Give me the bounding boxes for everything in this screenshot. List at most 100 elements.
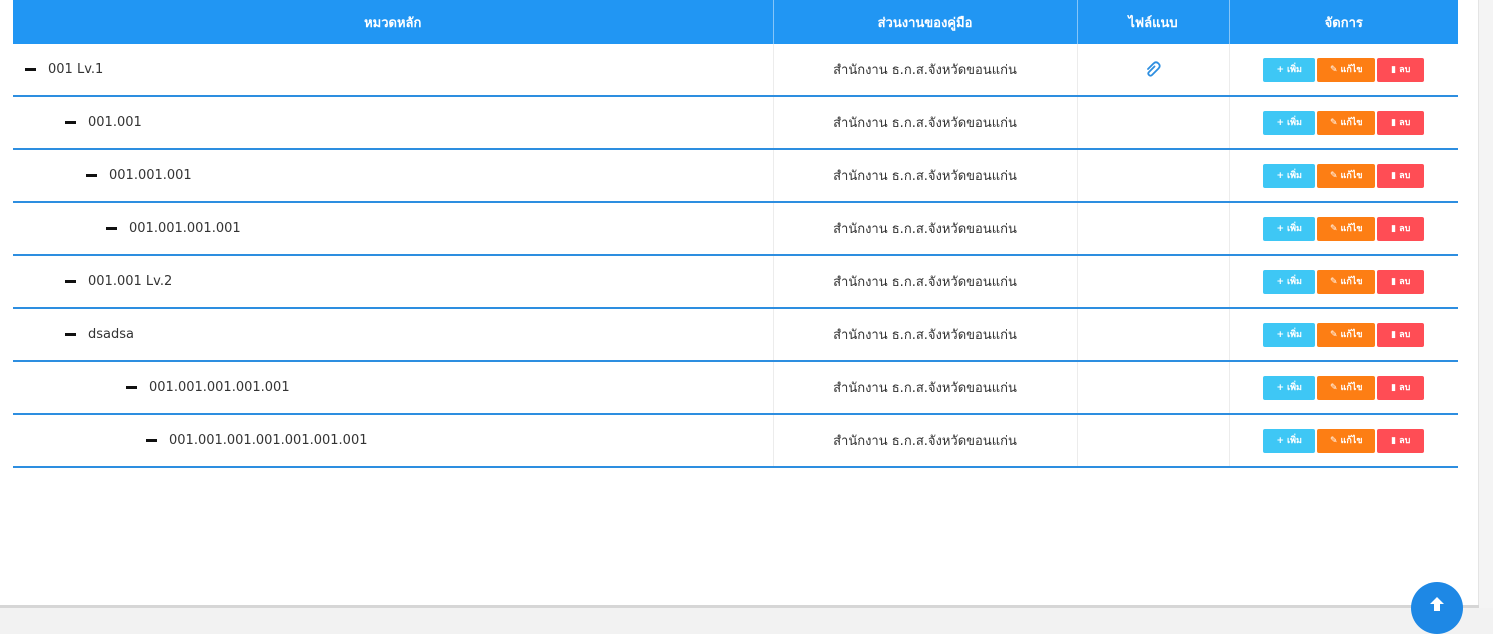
delete-button[interactable]: ▮ ลบ xyxy=(1377,163,1425,188)
delete-button[interactable]: ▮ ลบ xyxy=(1377,110,1425,135)
attachment-cell xyxy=(1077,255,1230,309)
edit-button-label: แก้ไข xyxy=(1340,223,1363,234)
category-cell: 001 Lv.1 xyxy=(13,44,774,97)
delete-button-label: ลบ xyxy=(1399,64,1411,75)
edit-button-label: แก้ไข xyxy=(1340,329,1363,340)
delete-button-label: ลบ xyxy=(1399,329,1411,340)
plus-icon: + xyxy=(1276,382,1285,393)
attachment-cell xyxy=(1077,149,1230,203)
department-name: สำนักงาน ธ.ก.ส.จังหวัดขอนแก่น xyxy=(833,434,1017,449)
actions-cell: + เพิ่ม ✎ แก้ไข ▮ ลบ xyxy=(1229,361,1458,415)
edit-button[interactable]: ✎ แก้ไข xyxy=(1317,163,1376,188)
table-row: 001.001 สำนักงาน ธ.ก.ส.จังหวัดขอนแก่น + เพิ… xyxy=(13,96,1458,150)
paperclip-icon[interactable] xyxy=(1144,60,1162,80)
trash-icon: ▮ xyxy=(1391,64,1397,75)
add-button-label: เพิ่ม xyxy=(1287,276,1302,287)
minus-icon[interactable] xyxy=(86,174,97,177)
edit-button-label: แก้ไข xyxy=(1340,64,1363,75)
edit-button[interactable]: ✎ แก้ไข xyxy=(1317,428,1376,453)
edit-button[interactable]: ✎ แก้ไข xyxy=(1317,375,1376,400)
department-cell: สำนักงาน ธ.ก.ส.จังหวัดขอนแก่น xyxy=(773,361,1078,415)
plus-icon: + xyxy=(1276,117,1285,128)
add-button[interactable]: + เพิ่ม xyxy=(1263,163,1316,188)
add-button[interactable]: + เพิ่ม xyxy=(1263,57,1316,82)
delete-button[interactable]: ▮ ลบ xyxy=(1377,216,1425,241)
edit-button-label: แก้ไข xyxy=(1340,382,1363,393)
category-cell: 001.001.001 xyxy=(13,149,774,203)
delete-button-label: ลบ xyxy=(1399,170,1411,181)
trash-icon: ▮ xyxy=(1391,170,1397,181)
page-content: หมวดหลัก ส่วนงานของคู่มือ ไฟล์แนบ จัดการ… xyxy=(0,0,1479,605)
add-button-label: เพิ่ม xyxy=(1287,382,1302,393)
delete-button[interactable]: ▮ ลบ xyxy=(1377,269,1425,294)
actions-cell: + เพิ่ม ✎ แก้ไข ▮ ลบ xyxy=(1229,308,1458,362)
scroll-to-top-button[interactable] xyxy=(1411,582,1463,634)
minus-icon[interactable] xyxy=(65,333,76,336)
add-button[interactable]: + เพิ่ม xyxy=(1263,375,1316,400)
category-name: 001.001.001.001.001 xyxy=(149,380,290,395)
add-button[interactable]: + เพิ่ม xyxy=(1263,428,1316,453)
department-name: สำนักงาน ธ.ก.ส.จังหวัดขอนแก่น xyxy=(833,275,1017,290)
category-table: หมวดหลัก ส่วนงานของคู่มือ ไฟล์แนบ จัดการ… xyxy=(13,0,1458,468)
table-body: 001 Lv.1 สำนักงาน ธ.ก.ส.จังหวัดขอนแก่น + เพ… xyxy=(13,44,1458,468)
plus-icon: + xyxy=(1276,435,1285,446)
minus-icon[interactable] xyxy=(65,280,76,283)
add-button[interactable]: + เพิ่ม xyxy=(1263,216,1316,241)
add-button[interactable]: + เพิ่ม xyxy=(1263,269,1316,294)
edit-button[interactable]: ✎ แก้ไข xyxy=(1317,269,1376,294)
add-button-label: เพิ่ม xyxy=(1287,435,1302,446)
category-name: 001 Lv.1 xyxy=(48,62,104,77)
header-attachment: ไฟล์แนบ xyxy=(1077,0,1230,44)
edit-button[interactable]: ✎ แก้ไข xyxy=(1317,322,1376,347)
add-button-label: เพิ่ม xyxy=(1287,170,1302,181)
minus-icon[interactable] xyxy=(106,227,117,230)
actions-cell: + เพิ่ม ✎ แก้ไข ▮ ลบ xyxy=(1229,414,1458,468)
edit-button[interactable]: ✎ แก้ไข xyxy=(1317,110,1376,135)
pencil-icon: ✎ xyxy=(1330,170,1338,181)
department-cell: สำนักงาน ธ.ก.ส.จังหวัดขอนแก่น xyxy=(773,202,1078,256)
plus-icon: + xyxy=(1276,170,1285,181)
plus-icon: + xyxy=(1276,276,1285,287)
minus-icon[interactable] xyxy=(146,439,157,442)
category-cell: 001.001 xyxy=(13,96,774,150)
table-row: 001.001 Lv.2 สำนักงาน ธ.ก.ส.จังหวัดขอนแก่… xyxy=(13,255,1458,309)
category-cell: 001.001.001.001.001 xyxy=(13,361,774,415)
header-manage: จัดการ xyxy=(1229,0,1458,44)
department-cell: สำนักงาน ธ.ก.ส.จังหวัดขอนแก่น xyxy=(773,255,1078,309)
minus-icon[interactable] xyxy=(65,121,76,124)
minus-icon[interactable] xyxy=(126,386,137,389)
attachment-cell xyxy=(1077,202,1230,256)
actions-cell: + เพิ่ม ✎ แก้ไข ▮ ลบ xyxy=(1229,96,1458,150)
actions-cell: + เพิ่ม ✎ แก้ไข ▮ ลบ xyxy=(1229,202,1458,256)
minus-icon[interactable] xyxy=(25,68,36,71)
plus-icon: + xyxy=(1276,223,1285,234)
pencil-icon: ✎ xyxy=(1330,276,1338,287)
delete-button[interactable]: ▮ ลบ xyxy=(1377,375,1425,400)
add-button[interactable]: + เพิ่ม xyxy=(1263,110,1316,135)
trash-icon: ▮ xyxy=(1391,435,1397,446)
department-name: สำนักงาน ธ.ก.ส.จังหวัดขอนแก่น xyxy=(833,381,1017,396)
department-name: สำนักงาน ธ.ก.ส.จังหวัดขอนแก่น xyxy=(833,222,1017,237)
delete-button[interactable]: ▮ ลบ xyxy=(1377,322,1425,347)
delete-button[interactable]: ▮ ลบ xyxy=(1377,57,1425,82)
pencil-icon: ✎ xyxy=(1330,435,1338,446)
table-row: 001.001.001.001.001.001.001 สำนักงาน ธ.ก.… xyxy=(13,414,1458,468)
add-button[interactable]: + เพิ่ม xyxy=(1263,322,1316,347)
table-row: 001 Lv.1 สำนักงาน ธ.ก.ส.จังหวัดขอนแก่น + เพ… xyxy=(13,44,1458,97)
actions-cell: + เพิ่ม ✎ แก้ไข ▮ ลบ xyxy=(1229,149,1458,203)
delete-button-label: ลบ xyxy=(1399,117,1411,128)
edit-button-label: แก้ไข xyxy=(1340,276,1363,287)
edit-button[interactable]: ✎ แก้ไข xyxy=(1317,216,1376,241)
delete-button[interactable]: ▮ ลบ xyxy=(1377,428,1425,453)
department-name: สำนักงาน ธ.ก.ส.จังหวัดขอนแก่น xyxy=(833,116,1017,131)
add-button-label: เพิ่ม xyxy=(1287,64,1302,75)
category-name: 001.001.001.001.001.001.001 xyxy=(169,433,368,448)
table-header-row: หมวดหลัก ส่วนงานของคู่มือ ไฟล์แนบ จัดการ xyxy=(13,0,1458,44)
table-row: 001.001.001.001 สำนักงาน ธ.ก.ส.จังหวัดขอน… xyxy=(13,202,1458,256)
pencil-icon: ✎ xyxy=(1330,382,1338,393)
add-button-label: เพิ่ม xyxy=(1287,117,1302,128)
pencil-icon: ✎ xyxy=(1330,223,1338,234)
edit-button-label: แก้ไข xyxy=(1340,170,1363,181)
scrollbar[interactable] xyxy=(1478,0,1493,608)
edit-button[interactable]: ✎ แก้ไข xyxy=(1317,57,1376,82)
